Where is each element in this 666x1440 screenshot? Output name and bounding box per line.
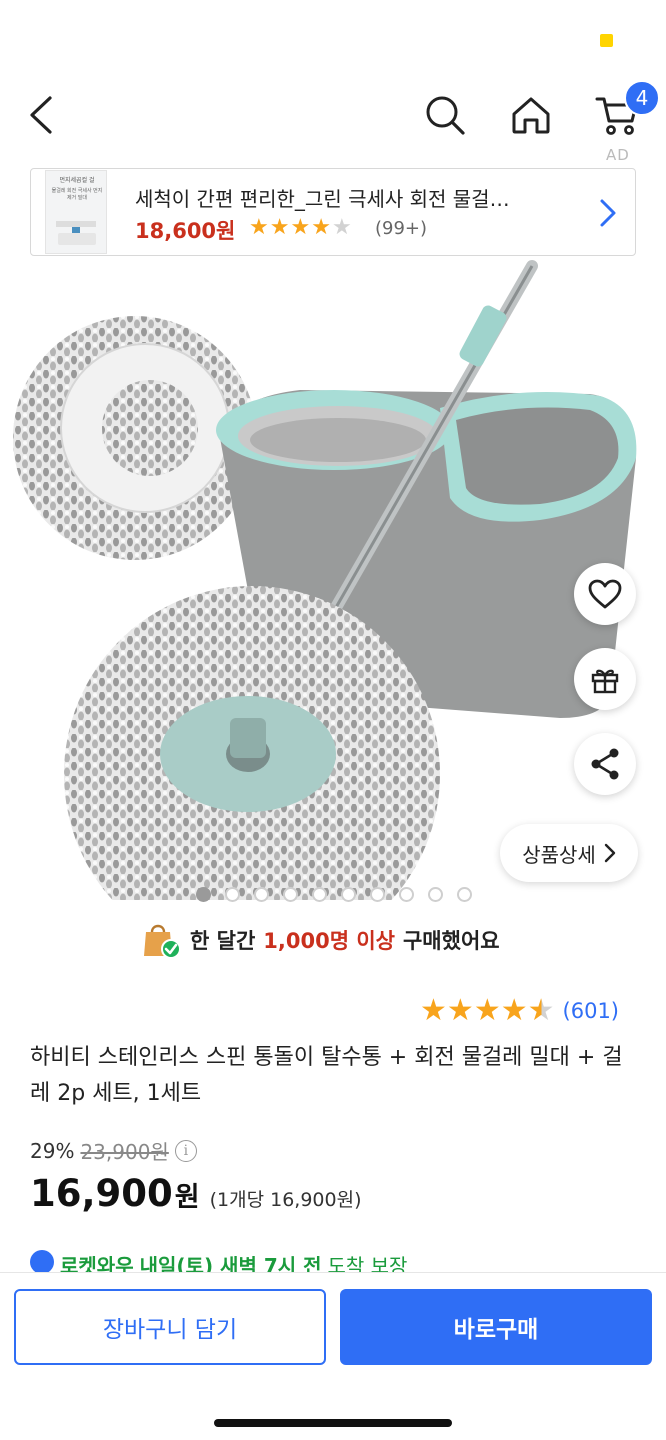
unit-price: (1개당 16,900원) xyxy=(209,1189,362,1211)
ad-label: AD xyxy=(606,146,630,164)
star-full-icon: ★ xyxy=(473,993,501,1028)
carousel-dot[interactable] xyxy=(457,887,472,902)
purchase-banner-highlight: 1,000명 이상 xyxy=(263,929,395,953)
purchase-count-banner: 한 달간 1,000명 이상 구매했어요 xyxy=(140,918,500,962)
wishlist-button[interactable] xyxy=(574,563,636,625)
buy-now-button[interactable]: 바로구매 xyxy=(340,1289,652,1365)
ad-star-rating: ★ ★ ★ ★ ★ xyxy=(249,215,352,241)
purchase-banner-suffix: 구매했어요 xyxy=(402,929,500,953)
star-full-icon: ★ xyxy=(420,993,447,1028)
share-icon xyxy=(591,748,619,780)
rocket-wow-badge: 로켓와우 xyxy=(60,1254,134,1272)
shopping-bag-check-icon xyxy=(144,924,181,959)
carousel-dot[interactable] xyxy=(428,887,443,902)
product-image[interactable] xyxy=(0,258,666,900)
top-nav xyxy=(0,70,666,160)
discount-rate: 29% xyxy=(30,1138,75,1163)
search-icon xyxy=(426,96,465,135)
price-row: 16,900 원 (1개당 16,900원) xyxy=(30,1172,362,1215)
home-indicator xyxy=(214,1419,452,1427)
sale-price: 16,900 xyxy=(30,1172,173,1215)
carousel-dot[interactable] xyxy=(225,887,240,902)
chevron-right-icon xyxy=(604,843,615,863)
ad-review-count: (99+) xyxy=(375,218,428,239)
star-full-icon: ★ xyxy=(446,993,474,1028)
star-half-icon: ★ xyxy=(527,993,555,1028)
product-title: 하비티 스테인리스 스핀 통돌이 탈수통 + 회전 물걸레 밀대 + 걸레 2p… xyxy=(30,1045,623,1106)
gift-icon xyxy=(591,669,619,694)
star-empty-icon: ★ xyxy=(331,215,352,240)
image-carousel-indicator xyxy=(196,887,472,902)
ad-price: 18,600원 xyxy=(135,219,236,243)
delivery-info: 로켓와우 내일(토) 새벽 7시 전 도착 보장 xyxy=(30,1250,630,1272)
delivery-guarantee: 도착 보장 xyxy=(327,1254,408,1272)
chevron-left-icon xyxy=(30,96,52,134)
star-full-icon: ★ xyxy=(311,215,331,240)
add-to-cart-button[interactable]: 장바구니 담기 xyxy=(14,1289,326,1365)
share-button[interactable] xyxy=(574,733,636,795)
ad-banner[interactable]: 먼지세곱컬 걸 물걸레 회전 극세사 먼지 제거 밀대 세척이 간편 편리한_그… xyxy=(30,168,636,256)
carousel-dot[interactable] xyxy=(399,887,414,902)
discount-row: 29% 23,900원 i xyxy=(30,1136,197,1165)
home-icon xyxy=(512,97,550,134)
carousel-dot[interactable] xyxy=(341,887,356,902)
carousel-dot[interactable] xyxy=(254,887,269,902)
bottom-action-bar: 장바구니 담기 바로구매 xyxy=(0,1272,666,1440)
star-full-icon: ★ xyxy=(500,993,528,1028)
ad-thumbnail: 먼지세곱컬 걸 물걸레 회전 극세사 먼지 제거 밀대 xyxy=(45,170,107,254)
info-icon[interactable]: i xyxy=(174,1139,197,1162)
gift-button[interactable] xyxy=(574,648,636,710)
chevron-right-icon xyxy=(600,199,616,227)
product-detail-button[interactable]: 상품상세 xyxy=(500,824,638,882)
delivery-date: 내일(토) 새벽 7시 전 xyxy=(139,1254,322,1272)
ad-thumbnail-mop-icon xyxy=(56,221,96,245)
rocket-icon xyxy=(30,1250,54,1272)
carousel-dot[interactable] xyxy=(196,887,211,902)
heart-icon xyxy=(588,579,622,609)
ad-title: 세척이 간편 편리한_그린 극세사 회전 물걸… xyxy=(135,187,510,211)
back-button[interactable] xyxy=(14,88,68,142)
carousel-dot[interactable] xyxy=(312,887,327,902)
search-button[interactable] xyxy=(418,88,472,142)
original-price: 23,900원 xyxy=(80,1140,169,1164)
product-detail-label: 상품상세 xyxy=(522,842,596,867)
product-page: 4 AD 먼지세곱컬 걸 물걸레 회전 극세사 먼지 제거 밀대 세척이 간편 … xyxy=(0,0,666,1440)
star-full-icon: ★ xyxy=(269,215,290,240)
product-rating[interactable]: ★ ★ ★ ★ ★ (601) xyxy=(420,994,619,1028)
review-count[interactable]: (601) xyxy=(563,999,619,1023)
carousel-dot[interactable] xyxy=(283,887,298,902)
carousel-dot[interactable] xyxy=(370,887,385,902)
cart-count-badge: 4 xyxy=(624,80,660,116)
star-full-icon: ★ xyxy=(290,215,311,240)
home-button[interactable] xyxy=(502,88,560,142)
status-indicator xyxy=(600,34,613,47)
star-full-icon: ★ xyxy=(249,215,269,240)
purchase-banner-prefix: 한 달간 xyxy=(190,929,256,953)
price-currency: 원 xyxy=(174,1182,200,1213)
